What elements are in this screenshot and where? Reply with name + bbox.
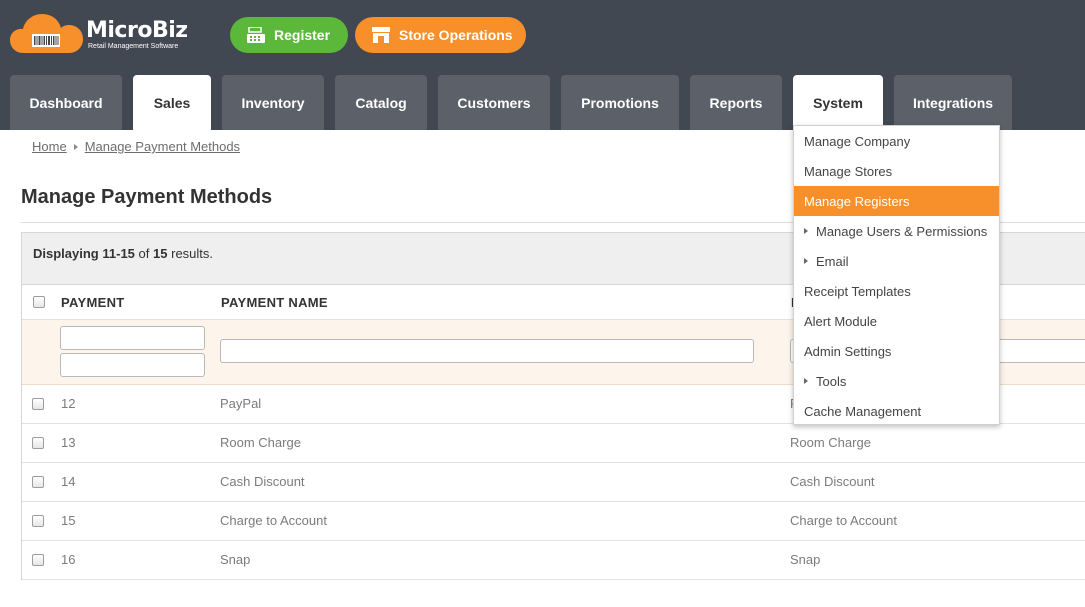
menu-item-label: Admin Settings (804, 343, 892, 359)
column-header-payment-name[interactable]: PAYMENT NAME (221, 295, 328, 310)
menu-item-label: Manage Company (804, 133, 911, 149)
menu-item-manage-registers[interactable]: Manage Registers (794, 186, 999, 216)
menu-item-label: Alert Module (804, 313, 877, 329)
menu-item-admin-settings[interactable]: Admin Settings (794, 336, 999, 366)
tab-sales[interactable]: Sales (133, 75, 211, 130)
third-column-cell: Charge to Account (790, 513, 897, 528)
summary-total: 15 (153, 246, 168, 261)
submenu-caret-icon (804, 378, 808, 384)
table-row[interactable]: 13 Room Charge Room Charge (22, 424, 1085, 463)
payment-name-filter-input[interactable] (220, 339, 754, 363)
top-header: MicroBiz Retail Management Software Regi… (0, 0, 1085, 130)
register-button-label: Register (274, 27, 331, 43)
tab-label: Inventory (241, 94, 305, 111)
menu-item-label: Manage Registers (804, 193, 910, 209)
tab-dashboard[interactable]: Dashboard (10, 75, 122, 130)
breadcrumb-home-link[interactable]: Home (32, 139, 67, 154)
column-header-payment[interactable]: PAYMENT (61, 295, 125, 310)
menu-item-cache-management[interactable]: Cache Management (794, 396, 999, 426)
tab-inventory[interactable]: Inventory (222, 75, 324, 130)
payment-id-cell: 12 (61, 396, 76, 411)
payment-name-cell: PayPal (220, 396, 262, 411)
payment-name-cell: Charge to Account (220, 513, 327, 528)
system-dropdown-menu: Manage Company Manage Stores Manage Regi… (793, 125, 1000, 425)
menu-item-manage-users-permissions[interactable]: Manage Users & Permissions (794, 216, 999, 246)
tab-label: Promotions (581, 94, 659, 111)
store-operations-button-label: Store Operations (399, 27, 513, 43)
third-column-cell: Room Charge (790, 435, 871, 450)
tab-customers[interactable]: Customers (438, 75, 550, 130)
store-operations-button[interactable]: Store Operations (355, 17, 526, 53)
cash-register-icon (247, 27, 265, 43)
menu-item-alert-module[interactable]: Alert Module (794, 306, 999, 336)
register-button[interactable]: Register (230, 17, 348, 53)
logo-tagline: Retail Management Software (88, 43, 179, 50)
tab-label: Customers (457, 94, 531, 111)
tab-label: Catalog (355, 94, 407, 111)
payment-filter-from-input[interactable] (60, 326, 205, 350)
table-row[interactable]: 14 Cash Discount Cash Discount (22, 463, 1085, 502)
row-checkbox[interactable] (32, 515, 44, 527)
tab-reports[interactable]: Reports (690, 75, 782, 130)
menu-item-label: Manage Users & Permissions (816, 223, 988, 239)
payment-name-cell: Cash Discount (220, 474, 305, 489)
page-title: Manage Payment Methods (21, 186, 273, 208)
row-checkbox[interactable] (32, 437, 44, 449)
third-column-cell: Snap (790, 552, 821, 567)
menu-item-label: Email (816, 253, 849, 269)
tab-integrations[interactable]: Integrations (894, 75, 1012, 130)
summary-prefix: Displaying (33, 246, 99, 261)
summary-range: 11-15 (102, 246, 135, 261)
menu-item-label: Receipt Templates (804, 283, 911, 299)
menu-item-label: Tools (816, 373, 847, 389)
breadcrumb-separator-icon (73, 144, 78, 150)
menu-item-label: Cache Management (804, 403, 922, 419)
menu-item-label: Manage Stores (804, 163, 893, 179)
menu-item-receipt-templates[interactable]: Receipt Templates (794, 276, 999, 306)
tab-system[interactable]: System (793, 75, 883, 130)
row-checkbox[interactable] (32, 554, 44, 566)
logo-name: MicroBiz (86, 18, 188, 43)
breadcrumb-current-link[interactable]: Manage Payment Methods (85, 139, 240, 154)
breadcrumb: Home Manage Payment Methods (32, 139, 240, 154)
submenu-caret-icon (804, 258, 808, 264)
tab-label: Sales (153, 94, 191, 111)
payment-id-cell: 15 (61, 513, 76, 528)
table-row[interactable]: 16 Snap Snap (22, 541, 1085, 580)
payment-name-cell: Snap (220, 552, 251, 567)
tab-label: Reports (709, 94, 763, 111)
payment-id-cell: 16 (61, 552, 76, 567)
row-checkbox[interactable] (32, 476, 44, 488)
summary-suffix: results. (171, 246, 214, 261)
tab-promotions[interactable]: Promotions (561, 75, 679, 130)
menu-item-email[interactable]: Email (794, 246, 999, 276)
microbiz-logo[interactable]: MicroBiz Retail Management Software (10, 14, 190, 56)
storefront-icon (372, 27, 390, 43)
tab-catalog[interactable]: Catalog (335, 75, 427, 130)
menu-item-tools[interactable]: Tools (794, 366, 999, 396)
row-checkbox[interactable] (32, 398, 44, 410)
payment-id-cell: 14 (61, 474, 76, 489)
summary-of: of (138, 246, 150, 261)
tab-label: System (813, 94, 863, 111)
menu-item-manage-stores[interactable]: Manage Stores (794, 156, 999, 186)
tab-label: Integrations (912, 94, 994, 111)
tab-label: Dashboard (29, 94, 103, 111)
submenu-caret-icon (804, 228, 808, 234)
menu-item-manage-company[interactable]: Manage Company (794, 126, 999, 156)
payment-filter-to-input[interactable] (60, 353, 205, 377)
payment-id-cell: 13 (61, 435, 76, 450)
cloud-barcode-logo-icon (10, 14, 83, 53)
payment-name-cell: Room Charge (220, 435, 301, 450)
grid-summary-text: Displaying 11-15 of 15 results. (33, 246, 213, 261)
select-all-checkbox[interactable] (33, 296, 45, 308)
table-row[interactable]: 15 Charge to Account Charge to Account (22, 502, 1085, 541)
third-column-cell: Cash Discount (790, 474, 875, 489)
